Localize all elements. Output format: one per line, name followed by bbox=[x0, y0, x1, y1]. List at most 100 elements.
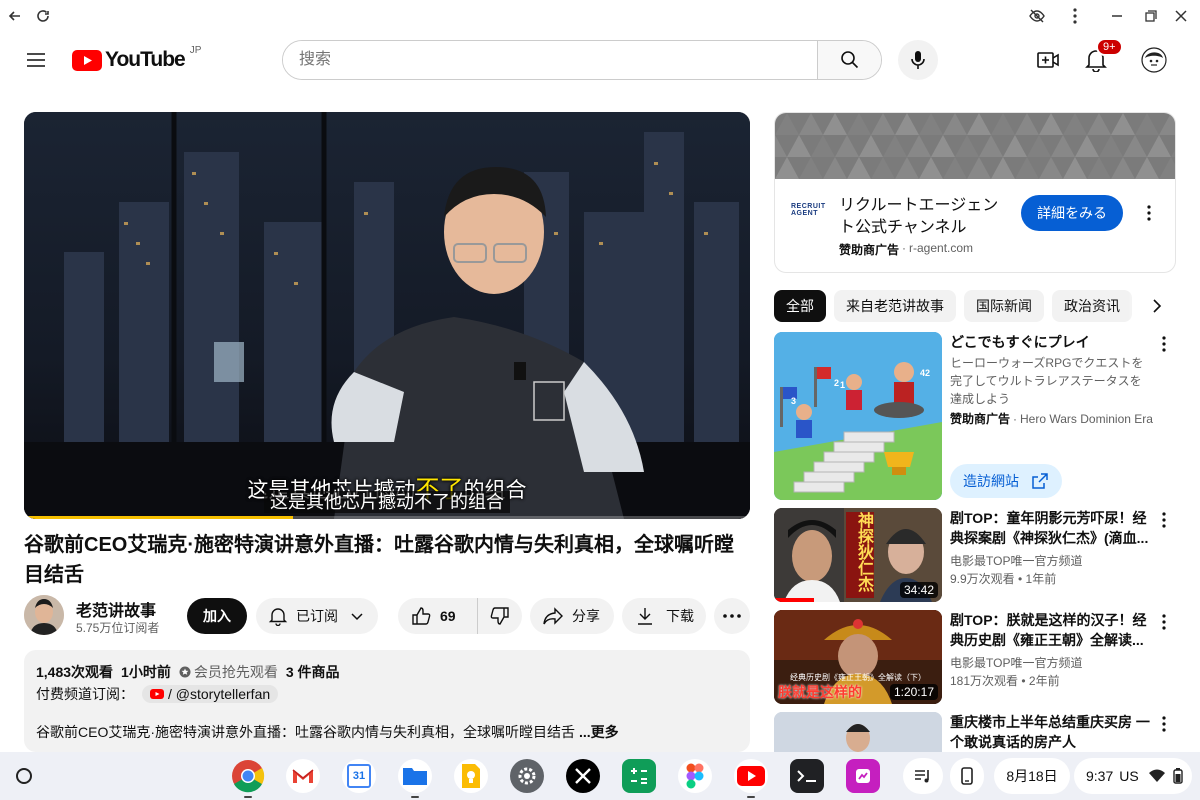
chip-label: 政治资讯 bbox=[1064, 298, 1120, 314]
chip-all[interactable]: 全部 bbox=[774, 290, 826, 322]
share-icon bbox=[543, 607, 563, 625]
chip-politics[interactable]: 政治资讯 bbox=[1052, 290, 1132, 322]
visit-site-button[interactable]: 造訪網站 bbox=[950, 464, 1062, 498]
video-player[interactable]: 这是其他芯片撼动不了的组合 这是其他芯片撼动不了的组合 bbox=[24, 112, 750, 519]
download-button[interactable]: 下载 bbox=[622, 598, 706, 634]
reload-icon[interactable] bbox=[32, 5, 54, 27]
show-more-link[interactable]: ...更多 bbox=[579, 722, 619, 742]
playlist-music-icon bbox=[915, 770, 929, 783]
rec-menu-icon[interactable] bbox=[1156, 510, 1172, 530]
masthead: YouTube JP 9+ bbox=[0, 32, 1200, 88]
channel-avatar[interactable] bbox=[24, 595, 64, 635]
thumb-title-text: 神探狄仁杰 bbox=[855, 512, 872, 592]
notifications-button[interactable]: 9+ bbox=[1076, 38, 1123, 80]
canvas-app-icon[interactable] bbox=[846, 759, 880, 793]
region-code: JP bbox=[189, 44, 202, 56]
rec-thumbnail[interactable]: 神探狄仁杰 34:42 bbox=[774, 508, 942, 602]
rec-menu-icon[interactable] bbox=[1156, 714, 1172, 734]
launcher-icon[interactable] bbox=[16, 768, 32, 784]
system-tray[interactable]: 9:37 US bbox=[1074, 758, 1192, 794]
voice-search-button[interactable] bbox=[898, 40, 938, 80]
rec-ad-thumbnail[interactable]: 1 2 3 42 bbox=[774, 332, 942, 500]
privacy-eye-off-icon[interactable] bbox=[1026, 5, 1048, 27]
rec-title[interactable]: 剧TOP：童年阴影元芳吓尿！经典探案剧《神探狄仁杰》(滴血... bbox=[950, 508, 1150, 548]
date-text: 8月18日 bbox=[1006, 768, 1058, 784]
progress-bar[interactable] bbox=[24, 516, 750, 519]
bell-icon bbox=[268, 608, 288, 626]
keep-icon[interactable] bbox=[454, 759, 488, 793]
join-button[interactable]: 加入 bbox=[187, 598, 247, 634]
search-button[interactable] bbox=[817, 41, 881, 79]
phone-hub-button[interactable] bbox=[950, 758, 984, 794]
gmail-icon[interactable] bbox=[286, 759, 320, 793]
rec-menu-icon[interactable] bbox=[1156, 612, 1172, 632]
files-icon[interactable] bbox=[398, 759, 432, 793]
rec-channel[interactable]: 电影最TOP唯一官方频道 bbox=[950, 654, 1160, 672]
rec-ad-title[interactable]: どこでもすぐにプレイ bbox=[950, 332, 1150, 352]
menu-icon[interactable] bbox=[24, 48, 48, 72]
subscribed-label: 已订阅 bbox=[296, 608, 338, 624]
thumb-level-2: 2 bbox=[834, 378, 839, 388]
download-label: 下载 bbox=[666, 608, 694, 624]
chip-label: 来自老范讲故事 bbox=[846, 298, 944, 314]
microphone-icon bbox=[911, 51, 925, 69]
paid-channel-link[interactable]: / @storytellerfan bbox=[142, 685, 279, 703]
media-controls-button[interactable] bbox=[903, 758, 943, 794]
figma-icon[interactable] bbox=[678, 759, 712, 793]
hero-wars-artwork: 1 2 3 42 bbox=[774, 332, 942, 500]
ad-cta-label: 詳細をみる bbox=[1037, 205, 1107, 221]
dislike-button[interactable] bbox=[478, 598, 522, 634]
external-link-icon bbox=[1032, 473, 1048, 489]
minimize-icon[interactable] bbox=[1106, 5, 1128, 27]
youtube-logo[interactable]: YouTube JP bbox=[72, 44, 202, 72]
restore-icon[interactable] bbox=[1140, 5, 1162, 27]
rec-title[interactable]: 剧TOP：朕就是这样的汉子！经典历史剧《雍正王朝》全解读... bbox=[950, 610, 1150, 650]
rec-menu-icon[interactable] bbox=[1156, 334, 1172, 354]
ad-menu-icon[interactable] bbox=[1141, 203, 1157, 223]
x-app-icon[interactable] bbox=[566, 759, 600, 793]
ad-cta-button[interactable]: 詳細をみる bbox=[1021, 195, 1123, 231]
close-icon[interactable] bbox=[1170, 5, 1192, 27]
search-input[interactable] bbox=[283, 41, 817, 79]
chrome-icon[interactable] bbox=[231, 759, 265, 793]
chips-next-button[interactable] bbox=[1128, 290, 1176, 322]
share-label: 分享 bbox=[572, 608, 600, 624]
sponsored-ad-card[interactable]: RECRUIT AGENT リクルートエージェント公式チャンネル 赞助商广告 ·… bbox=[774, 112, 1176, 273]
search-bar bbox=[282, 40, 882, 80]
duration-badge: 34:42 bbox=[899, 582, 938, 598]
description-box[interactable]: 1,483次观看 1小时前 会员抢先观看 3 件商品 付费频道订阅： / @st… bbox=[24, 650, 750, 752]
thumbs-up-icon bbox=[412, 607, 431, 625]
calculator-icon[interactable] bbox=[622, 759, 656, 793]
products-count[interactable]: 3 件商品 bbox=[286, 662, 340, 682]
channel-name[interactable]: 老范讲故事 bbox=[76, 597, 156, 621]
more-actions-button[interactable] bbox=[714, 598, 750, 634]
real-estate-host-art bbox=[774, 712, 942, 752]
rec-thumbnail[interactable]: 经典历史剧《雍正王朝》全解读（下） 朕就是这样的 1:20:17 bbox=[774, 610, 942, 704]
date-button[interactable]: 8月18日 bbox=[994, 758, 1070, 794]
terminal-icon[interactable] bbox=[790, 759, 824, 793]
share-button[interactable]: 分享 bbox=[530, 598, 614, 634]
calendar-icon[interactable]: 31 bbox=[342, 759, 376, 793]
paid-channel-row: 付费频道订阅： / @storytellerfan bbox=[36, 684, 279, 704]
like-button[interactable]: 69 bbox=[398, 598, 478, 634]
thumb-level-3: 3 bbox=[791, 396, 796, 406]
rec-title[interactable]: 重庆楼市上半年总结重庆买房 一个敢说真话的房产人 bbox=[950, 712, 1150, 752]
rec-channel[interactable]: 电影最TOP唯一官方频道 bbox=[950, 552, 1160, 570]
youtube-app-icon[interactable] bbox=[734, 759, 768, 793]
logo-text: YouTube bbox=[105, 48, 186, 71]
more-vert-icon[interactable] bbox=[1064, 5, 1086, 27]
chip-international-news[interactable]: 国际新闻 bbox=[964, 290, 1044, 322]
input-locale: US bbox=[1119, 768, 1139, 784]
running-indicator bbox=[747, 796, 755, 798]
back-arrow-icon[interactable] bbox=[4, 5, 26, 27]
subtitle-track: 这是其他芯片撼动不了的组合 bbox=[24, 488, 750, 514]
chip-from-channel[interactable]: 来自老范讲故事 bbox=[834, 290, 956, 322]
account-avatar[interactable] bbox=[1134, 40, 1174, 80]
rec-thumbnail[interactable] bbox=[774, 712, 942, 752]
running-indicator bbox=[244, 796, 252, 798]
settings-icon[interactable] bbox=[510, 759, 544, 793]
create-button[interactable] bbox=[1028, 40, 1068, 80]
ad-banner-pattern bbox=[775, 113, 1175, 179]
subscribed-button[interactable]: 已订阅 bbox=[256, 598, 378, 634]
avatar-icon bbox=[1141, 47, 1167, 73]
